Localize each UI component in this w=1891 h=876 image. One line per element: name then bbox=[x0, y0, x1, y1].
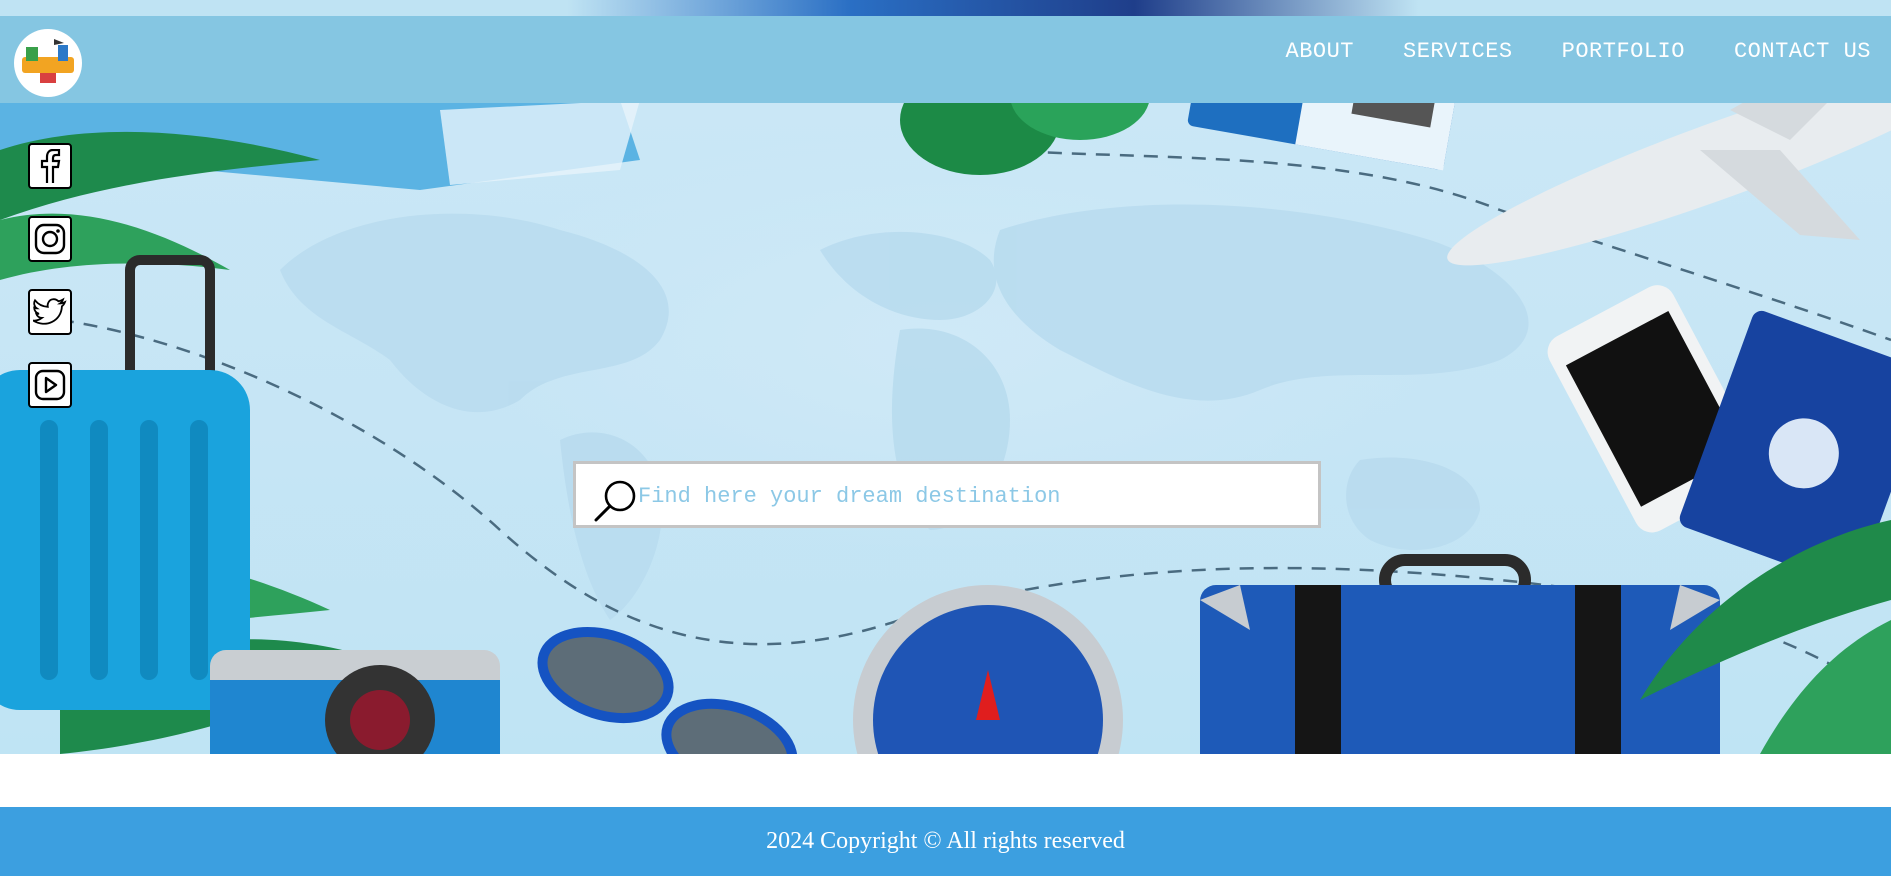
copyright-text: 2024 Copyright © All rights reserved bbox=[766, 828, 1125, 854]
travel-buddies-logo-icon bbox=[15, 30, 81, 96]
instagram-icon bbox=[34, 223, 66, 255]
nav-about[interactable]: ABOUT bbox=[1286, 39, 1355, 64]
search-icon[interactable] bbox=[594, 478, 638, 522]
twitter-icon bbox=[33, 297, 67, 325]
camera bbox=[210, 650, 500, 754]
social-links bbox=[28, 143, 74, 408]
search-input[interactable] bbox=[636, 472, 1300, 520]
footer: 2024 Copyright © All rights reserved bbox=[0, 807, 1891, 876]
world-map bbox=[280, 204, 1529, 620]
navbar: ABOUT SERVICES PORTFOLIO CONTACT US bbox=[0, 16, 1891, 103]
instagram-button[interactable] bbox=[28, 216, 72, 262]
facebook-icon bbox=[40, 149, 61, 183]
sunglasses bbox=[537, 627, 798, 754]
nav-portfolio[interactable]: PORTFOLIO bbox=[1562, 39, 1685, 64]
youtube-button[interactable] bbox=[28, 362, 72, 408]
main-nav: ABOUT SERVICES PORTFOLIO CONTACT US bbox=[1286, 16, 1872, 86]
destination-search bbox=[573, 461, 1321, 528]
suitcase-right bbox=[1200, 554, 1720, 754]
youtube-icon bbox=[34, 369, 66, 401]
hero-background bbox=[0, 0, 1891, 754]
facebook-button[interactable] bbox=[28, 143, 72, 189]
nav-contact-us[interactable]: CONTACT US bbox=[1734, 39, 1871, 64]
logo[interactable] bbox=[14, 29, 82, 97]
top-strip bbox=[0, 0, 1891, 16]
travel-illustration bbox=[0, 17, 1891, 754]
compass bbox=[853, 585, 1123, 754]
twitter-button[interactable] bbox=[28, 289, 72, 335]
nav-services[interactable]: SERVICES bbox=[1403, 39, 1513, 64]
